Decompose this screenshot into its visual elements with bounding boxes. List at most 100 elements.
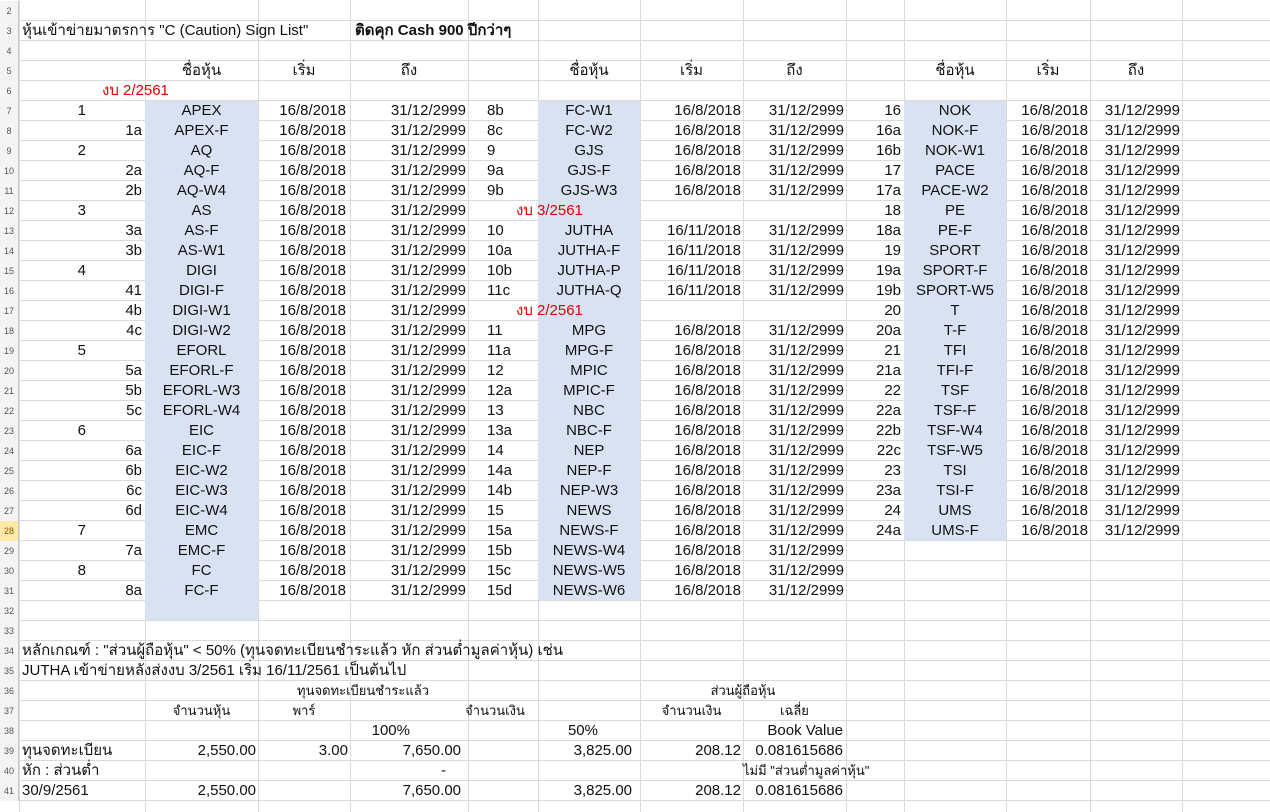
row-number[interactable]: 7 [0,101,19,121]
row-number[interactable]: 35 [0,661,19,681]
start-date[interactable]: 16/8/2018 [640,541,741,561]
row-number[interactable]: 15 [0,261,19,281]
start-date[interactable]: 16/8/2018 [1006,381,1088,401]
start-date[interactable]: 16/8/2018 [640,341,741,361]
row-subindex[interactable]: 4b [22,301,142,321]
end-date[interactable]: 31/12/2999 [350,341,466,361]
end-date[interactable]: 31/12/2999 [1090,201,1180,221]
row-number[interactable]: 21 [0,381,19,401]
start-date[interactable]: 16/8/2018 [1006,121,1088,141]
book-value-label[interactable]: Book Value [743,721,843,741]
section-label[interactable]: งบ 3/2561 [516,201,636,221]
row-number[interactable]: 8 [0,121,19,141]
end-date[interactable]: 31/12/2999 [350,401,466,421]
end-date[interactable]: 31/12/2999 [743,401,844,421]
row-subindex[interactable]: 8a [22,581,142,601]
end-date[interactable]: 31/12/2999 [350,221,466,241]
row-index[interactable]: 16b [849,141,901,161]
row-number[interactable]: 34 [0,641,19,661]
start-date[interactable]: 16/8/2018 [1006,281,1088,301]
row-number[interactable]: 18 [0,321,19,341]
start-date[interactable]: 16/8/2018 [640,101,741,121]
ticker-name[interactable]: TFI-F [904,361,1006,381]
row-number[interactable]: 13 [0,221,19,241]
row-number[interactable]: 6 [0,81,19,101]
start-date[interactable]: 16/8/2018 [258,341,346,361]
ticker-name[interactable]: DIGI-W1 [145,301,258,321]
ticker-name[interactable]: JUTHA-P [538,261,640,281]
start-date[interactable]: 16/8/2018 [1006,481,1088,501]
ticker-name[interactable]: APEX [145,101,258,121]
end-date[interactable]: 31/12/2999 [350,141,466,161]
row-index[interactable]: 5 [22,341,86,361]
start-date[interactable]: 16/8/2018 [640,161,741,181]
row-index[interactable]: 19b [849,281,901,301]
row-index[interactable]: 18 [849,201,901,221]
row-number[interactable]: 30 [0,561,19,581]
start-date[interactable]: 16/11/2018 [640,281,741,301]
row-index[interactable]: 20a [849,321,901,341]
ticker-name[interactable]: TSF [904,381,1006,401]
row-index[interactable]: 8 [22,561,86,581]
ticker-name[interactable]: UMS [904,501,1006,521]
end-date[interactable]: 31/12/2999 [1090,301,1180,321]
row-number[interactable]: 9 [0,141,19,161]
start-date[interactable]: 16/8/2018 [640,141,741,161]
row-subindex[interactable]: 5b [22,381,142,401]
row-subindex[interactable]: 6c [22,481,142,501]
row-index[interactable]: 21 [849,341,901,361]
row-number[interactable]: 40 [0,761,19,781]
ticker-name[interactable]: EIC-W3 [145,481,258,501]
header-par[interactable]: พาร์ [258,701,350,721]
equity-value[interactable]: 208.12 [640,741,741,761]
end-date[interactable]: 31/12/2999 [350,421,466,441]
ticker-name[interactable]: JUTHA [538,221,640,241]
ticker-name[interactable]: JUTHA-Q [538,281,640,301]
start-date[interactable]: 16/8/2018 [1006,201,1088,221]
ticker-name[interactable]: EFORL-W3 [145,381,258,401]
equity-value[interactable]: 208.12 [640,781,741,801]
ticker-name[interactable]: AS [145,201,258,221]
row-number[interactable]: 29 [0,541,19,561]
start-date[interactable]: 16/8/2018 [640,361,741,381]
start-date[interactable]: 16/8/2018 [640,461,741,481]
header-amount[interactable]: จำนวนเงิน [350,701,640,721]
start-date[interactable]: 16/8/2018 [640,381,741,401]
row-number[interactable]: 16 [0,281,19,301]
ticker-name[interactable]: SPORT [904,241,1006,261]
ticker-name[interactable]: FC [145,561,258,581]
paid-capital-label[interactable]: ทุนจดทะเบียน [22,741,162,761]
end-date[interactable]: 31/12/2999 [1090,361,1180,381]
row-index[interactable]: 2 [22,141,86,161]
row-subindex[interactable]: 2b [22,181,142,201]
start-date[interactable]: 16/8/2018 [1006,441,1088,461]
end-date[interactable]: 31/12/2999 [743,341,844,361]
row-number[interactable]: 28 [0,521,19,541]
ticker-name[interactable]: UMS-F [904,521,1006,541]
end-date[interactable]: 31/12/2999 [743,581,844,601]
end-date[interactable]: 31/12/2999 [1090,141,1180,161]
row-number[interactable]: 4 [0,41,19,61]
header-end[interactable]: ถึง [743,61,846,81]
ticker-name[interactable]: GJS-F [538,161,640,181]
end-date[interactable]: 31/12/2999 [1090,401,1180,421]
end-date[interactable]: 31/12/2999 [1090,281,1180,301]
start-date[interactable]: 16/8/2018 [258,101,346,121]
start-date[interactable]: 16/8/2018 [1006,401,1088,421]
header-name[interactable]: ชื่อหุ้น [145,61,258,81]
row-subindex[interactable]: 41 [22,281,142,301]
ticker-name[interactable]: EFORL-F [145,361,258,381]
end-date[interactable]: 31/12/2999 [743,161,844,181]
row-number[interactable]: 19 [0,341,19,361]
start-date[interactable]: 16/8/2018 [258,501,346,521]
end-date[interactable]: 31/12/2999 [1090,421,1180,441]
no-discount-note[interactable]: ไม่มี "ส่วนต่ำมูลค่าหุ้น" [743,761,943,781]
start-date[interactable]: 16/8/2018 [1006,161,1088,181]
row-index[interactable]: 4 [22,261,86,281]
start-date[interactable]: 16/8/2018 [640,421,741,441]
example-note[interactable]: JUTHA เข้าข่ายหลังส่งงบ 3/2561 เริ่ม 16/… [22,661,722,681]
row-index[interactable]: 17 [849,161,901,181]
end-date[interactable]: 31/12/2999 [743,421,844,441]
end-date[interactable]: 31/12/2999 [350,181,466,201]
ticker-name[interactable]: TFI [904,341,1006,361]
